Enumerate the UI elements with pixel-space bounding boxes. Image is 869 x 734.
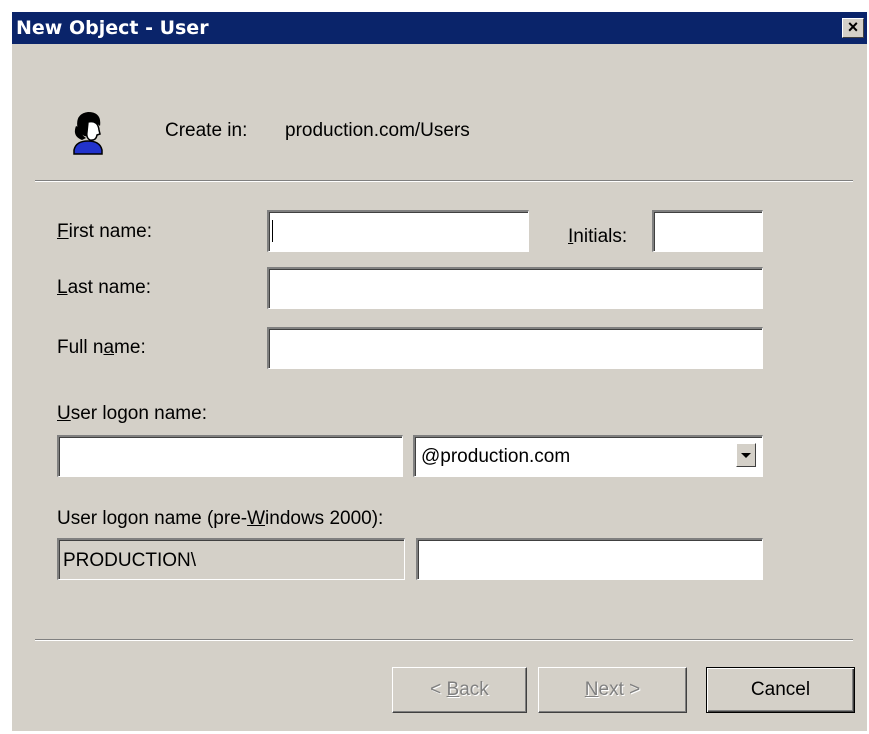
next-button[interactable]: Next > bbox=[538, 667, 687, 713]
title-bar[interactable]: New Object - User × bbox=[12, 12, 867, 44]
netbios-domain-field: PRODUCTION\ bbox=[57, 538, 405, 580]
back-button[interactable]: < Back bbox=[392, 667, 527, 713]
create-in-label: Create in: bbox=[165, 120, 248, 141]
close-button[interactable]: × bbox=[842, 18, 864, 38]
full-name-label: Full name: bbox=[57, 337, 146, 358]
last-name-label: Last name: bbox=[57, 277, 152, 298]
upn-suffix-dropdown[interactable]: @production.com bbox=[413, 435, 763, 477]
pre-windows-2000-label: User logon name (pre-Windows 2000): bbox=[57, 508, 384, 529]
close-icon: × bbox=[847, 17, 859, 37]
user-logon-name-input[interactable] bbox=[57, 435, 403, 477]
cancel-button[interactable]: Cancel bbox=[706, 667, 855, 713]
last-name-input[interactable] bbox=[267, 267, 763, 309]
create-in-path: production.com/Users bbox=[285, 120, 470, 141]
user-logon-name-label: User logon name: bbox=[57, 403, 207, 424]
first-name-input[interactable] bbox=[267, 210, 529, 252]
text-caret bbox=[272, 220, 273, 242]
new-user-dialog: New Object - User × Create in: productio… bbox=[11, 11, 867, 731]
initials-label: Initials: bbox=[568, 226, 628, 247]
full-name-input[interactable] bbox=[267, 327, 763, 369]
user-icon bbox=[73, 112, 103, 155]
chevron-down-icon bbox=[741, 453, 751, 458]
dialog-title: New Object - User bbox=[16, 17, 209, 39]
dropdown-arrow-button[interactable] bbox=[736, 443, 756, 467]
upn-suffix-value: @production.com bbox=[421, 446, 571, 467]
separator-bottom bbox=[35, 639, 853, 641]
separator-top bbox=[35, 180, 853, 182]
initials-input[interactable] bbox=[652, 210, 763, 252]
pre-windows-2000-logon-input[interactable] bbox=[416, 538, 763, 580]
first-name-label: First name: bbox=[57, 221, 153, 242]
